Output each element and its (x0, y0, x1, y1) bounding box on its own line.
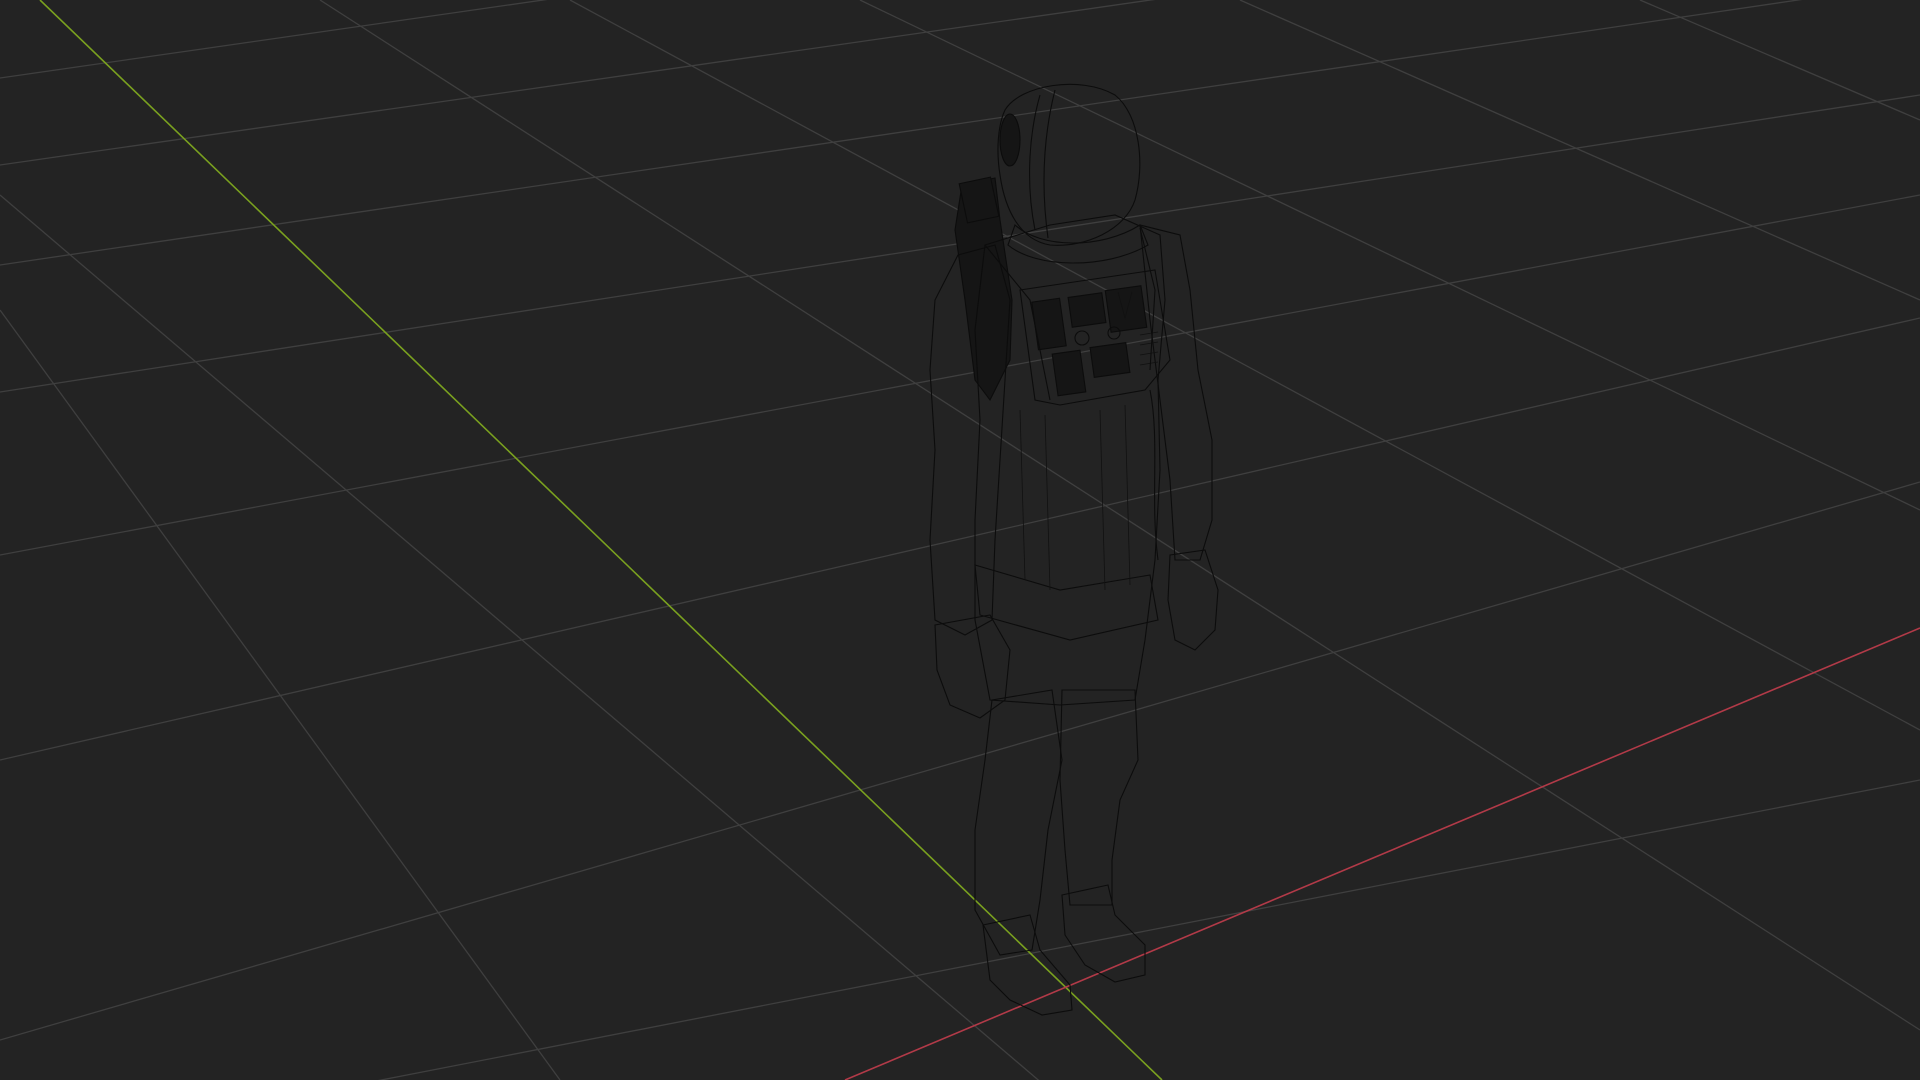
grid-line (0, 0, 1156, 166)
3d-viewport[interactable] (0, 0, 1920, 1080)
astronaut-model[interactable] (929, 83, 1219, 1016)
helmet-mesh (997, 83, 1141, 246)
grid-line (859, 0, 1920, 511)
grid-line (0, 0, 548, 79)
chest-control-panel (1019, 269, 1171, 406)
grid-line (1639, 0, 1920, 121)
neck-ring-mesh (1007, 224, 1149, 264)
grid-line (0, 309, 561, 1080)
grid-line (0, 194, 1040, 1080)
grid-line (377, 779, 1920, 1080)
helmet-ridge (1043, 89, 1056, 239)
helmet-ear-piece (999, 113, 1021, 167)
left-leg-mesh (974, 689, 1063, 956)
grid-line (0, 481, 1920, 1041)
left-boot-mesh (982, 914, 1073, 1016)
y-axis-line (39, 0, 1163, 1080)
viewport-canvas[interactable] (0, 0, 1920, 1080)
right-glove-mesh (1167, 549, 1219, 651)
grid-line (1239, 0, 1920, 301)
x-axis-line (844, 627, 1920, 1080)
waist-belt-mesh (974, 564, 1159, 641)
ground-grid (0, 0, 1920, 1080)
right-leg-mesh (1059, 689, 1139, 906)
grid-line (0, 317, 1920, 761)
helmet-ridge (1029, 94, 1041, 231)
grid-line (319, 0, 1920, 1031)
torso-seam (1019, 404, 1131, 591)
